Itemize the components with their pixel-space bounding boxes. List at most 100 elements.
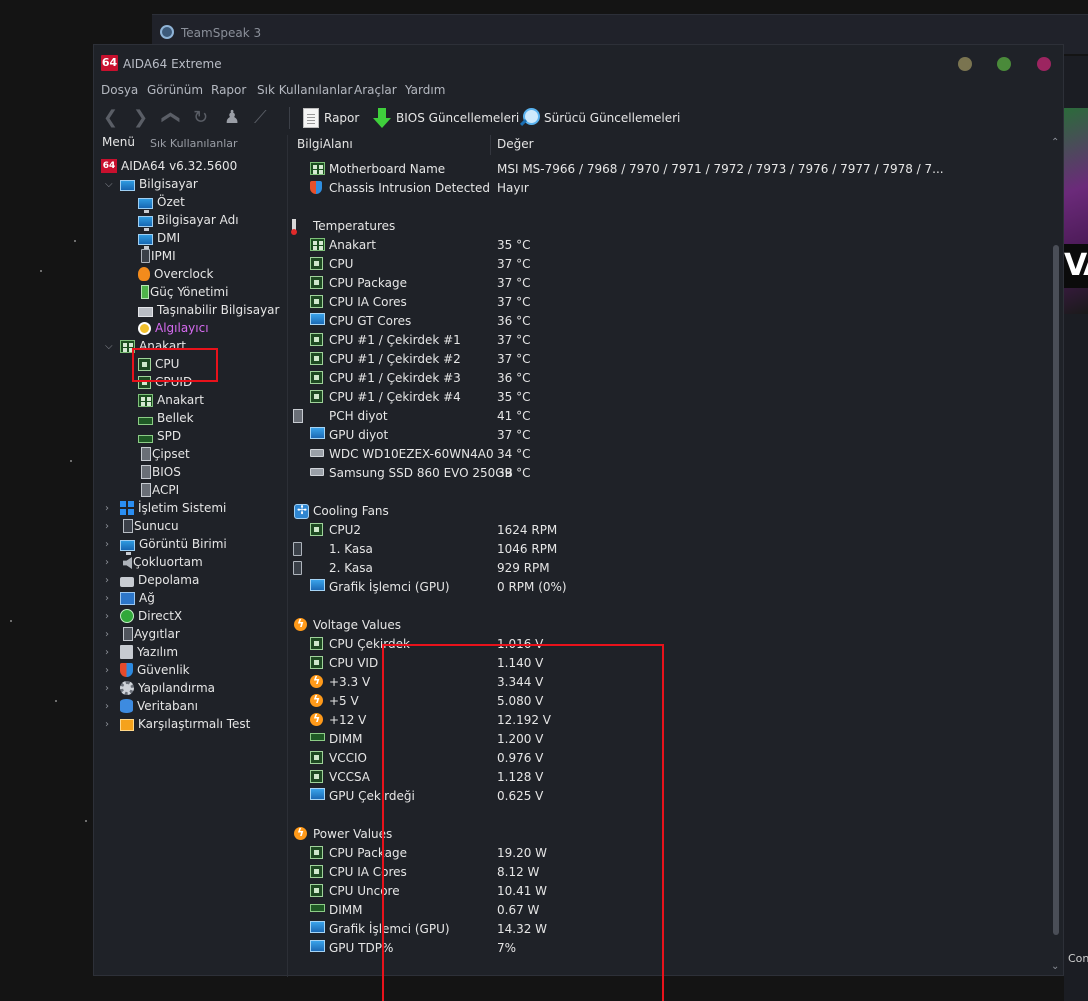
up-arrow-icon[interactable]: ❯ [159,110,180,125]
tree-item-veritabani[interactable]: Veritabanı [120,697,198,715]
menu-araclar[interactable]: Araçlar [354,83,397,97]
tree-label-computer: Bilgisayar [139,177,198,191]
tree-item-computer[interactable]: Bilgisayar [120,175,198,193]
expand-caret-icon[interactable]: › [105,647,109,658]
tree-item-guvenlik[interactable]: Güvenlik [120,661,190,679]
expand-caret-icon[interactable]: › [105,611,109,622]
sensor-row[interactable]: Motherboard Name MSI MS-7966 / 7968 / 797… [290,160,1030,179]
sensor-row[interactable]: 2. Kasa 929 RPM [290,559,1030,578]
tree-item-cipset[interactable]: Çipset [138,445,190,463]
expand-caret-icon[interactable]: › [105,593,109,604]
sensor-row[interactable]: WDC WD10EZEX-60WN4A0 34 °C [290,445,1030,464]
expand-caret-icon[interactable]: › [105,629,109,640]
tree-item-root[interactable]: 64 AIDA64 v6.32.5600 [101,157,237,175]
refresh-icon[interactable]: ↻ [193,107,208,128]
expand-caret-icon[interactable]: › [105,503,109,514]
vertical-scrollbar[interactable]: ⌃ ⌄ [1049,135,1063,977]
back-arrow-icon[interactable]: ❮ [103,107,118,128]
tree-item-anakart[interactable]: Anakart [138,391,204,409]
collapse-caret-icon[interactable]: ⌵ [105,179,113,190]
tree-item-tasinabilir-bilgisayar[interactable]: Taşınabilir Bilgisayar [138,301,279,319]
tree-item-spd[interactable]: SPD [138,427,181,445]
tree-item-goruntu-birimi[interactable]: Görüntü Birimi [120,535,227,555]
sensor-field-name: 1. Kasa [329,542,373,556]
sensor-row[interactable]: 1. Kasa 1046 RPM [290,540,1030,559]
tree-item-bellek[interactable]: Bellek [138,409,194,427]
sensor-row[interactable]: CPU #1 / Çekirdek #4 35 °C [290,388,1030,407]
menu-sik-kullanilanlar[interactable]: Sık Kullanılanlar [257,83,352,97]
tree-item-bios[interactable]: BIOS [138,463,181,481]
storage-icon [120,577,134,587]
column-header-value[interactable]: Değer [497,137,534,151]
tree-item-directx[interactable]: DirectX [120,607,182,625]
tree-item-ag[interactable]: Ağ [120,589,155,607]
column-divider[interactable] [490,135,491,155]
expand-caret-icon[interactable]: › [105,557,109,568]
chart-icon[interactable]: ⟋ [254,107,267,128]
tree-item-sunucu[interactable]: Sunucu [120,517,179,535]
sensor-row[interactable]: Grafik İşlemci (GPU) 0 RPM (0%) [290,578,1030,597]
forward-arrow-icon[interactable]: ❯ [133,107,148,128]
report-document-icon [303,108,319,128]
scroll-up-arrow-icon[interactable]: ⌃ [1051,137,1059,148]
sensor-row[interactable]: Anakart 35 °C [290,236,1030,255]
sensor-row[interactable]: CPU2 1624 RPM [290,521,1030,540]
expand-caret-icon[interactable]: › [105,719,109,730]
expand-caret-icon[interactable]: › [105,701,109,712]
sensor-row[interactable]: CPU 37 °C [290,255,1030,274]
sensor-row[interactable]: CPU IA Cores 37 °C [290,293,1030,312]
scroll-down-arrow-icon[interactable]: ⌄ [1051,961,1059,972]
sensor-field-name: VCCIO [329,751,367,765]
sensor-row[interactable]: GPU diyot 37 °C [290,426,1030,445]
sensor-row[interactable]: Chassis Intrusion Detected Hayır [290,179,1030,198]
scrollbar-thumb[interactable] [1053,245,1059,935]
tree-label: DirectX [138,609,183,623]
tree-item-ipmi[interactable]: IPMI [138,247,176,265]
tree-item-acpi[interactable]: ACPI [138,481,179,499]
tree-item-yapilandirma[interactable]: Yapılandırma [120,679,215,697]
tree-item-guc-yonetimi[interactable]: Güç Yönetimi [138,283,228,301]
menu-rapor[interactable]: Rapor [211,83,246,97]
tree-item-depolama[interactable]: Depolama [120,571,199,589]
menu-yardim[interactable]: Yardım [405,83,445,97]
sensor-row[interactable]: CPU Package 37 °C [290,274,1030,293]
minimize-button[interactable] [958,57,972,71]
sensor-row[interactable]: CPU #1 / Çekirdek #2 37 °C [290,350,1030,369]
tree-item-yazilim[interactable]: Yazılım [120,643,178,661]
expand-caret-icon[interactable]: › [105,539,109,550]
memory-icon [138,435,153,443]
expand-caret-icon[interactable]: › [105,521,109,532]
expand-caret-icon[interactable]: › [105,665,109,676]
tree-item-ozet[interactable]: Özet [138,193,185,213]
sensor-row[interactable]: Samsung SSD 860 EVO 250GB 39 °C [290,464,1030,483]
column-header-field[interactable]: BilgiAlanı [297,137,353,151]
tree-item-algilayici[interactable]: Algılayıcı [138,319,209,337]
driver-updates-button[interactable]: Sürücü Güncellemeleri [519,107,680,129]
title-bar[interactable]: 64 AIDA64 Extreme [94,45,1063,81]
tree-item-bilgisayar-adi[interactable]: Bilgisayar Adı [138,211,239,231]
tree-item-overclock[interactable]: Overclock [138,265,213,283]
sensor-row[interactable]: CPU #1 / Çekirdek #3 36 °C [290,369,1030,388]
expand-caret-icon[interactable]: › [105,575,109,586]
tree-item-karsilastirmali-test[interactable]: Karşılaştırmalı Test [120,715,250,733]
maximize-button[interactable] [997,57,1011,71]
menu-gorunum[interactable]: Görünüm [147,83,203,97]
pane-divider[interactable] [287,135,288,977]
bios-updates-button[interactable]: BIOS Güncellemeleri [373,107,519,129]
sensor-row[interactable]: CPU GT Cores 36 °C [290,312,1030,331]
tree-item-cokluortam[interactable]: Çokluortam [120,553,203,571]
menu-dosya[interactable]: Dosya [101,83,138,97]
collapse-caret-icon[interactable]: ⌵ [105,341,113,352]
sensor-row[interactable]: PCH diyot 41 °C [290,407,1030,426]
sensor-row[interactable]: CPU #1 / Çekirdek #1 37 °C [290,331,1030,350]
tree-item-dmi[interactable]: DMI [138,229,180,249]
expand-caret-icon[interactable]: › [105,683,109,694]
tree-item-isletim-sistemi[interactable]: İşletim Sistemi [120,499,226,517]
laptop-icon [138,307,153,317]
report-button[interactable]: Rapor [303,107,359,129]
tree-item-aygitlar[interactable]: Aygıtlar [120,625,180,643]
user-icon[interactable]: ♟ [224,107,240,128]
tab-menu[interactable]: Menü [102,135,135,149]
tab-favorites[interactable]: Sık Kullanılanlar [150,137,238,150]
close-button[interactable] [1037,57,1051,71]
